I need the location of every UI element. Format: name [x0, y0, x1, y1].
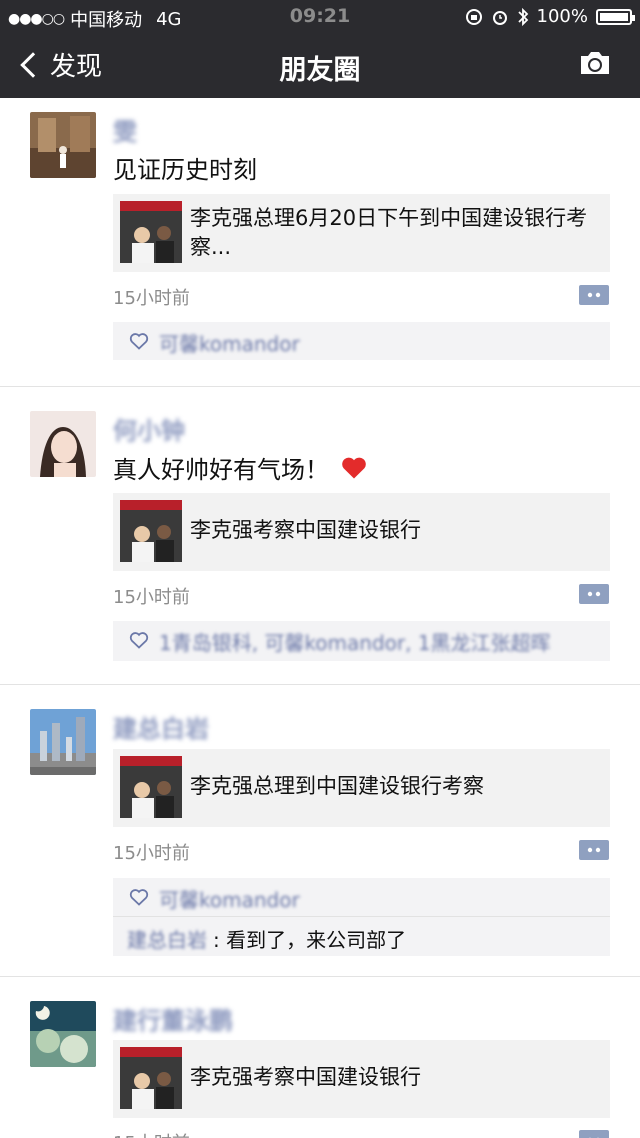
page-title: 朋友圈	[279, 55, 361, 86]
moment-post: 雯 见证历史时刻 李克强总理6月20日下午到中国建设银行考察... 15小时前 …	[0, 98, 640, 387]
likes-panel: 1青岛银科, 可馨komandor, 1黑龙江张超晖	[113, 621, 610, 661]
commenter-name[interactable]: 建总白岩	[127, 924, 207, 953]
post-time: 15小时前	[113, 288, 190, 309]
top-bar: ●●●○○ 中国移动 4G 09:21 100% 发现 朋友圈	[0, 0, 640, 98]
liker-names[interactable]: 可馨komandor	[159, 884, 300, 913]
comment-options-icon[interactable]	[579, 583, 609, 605]
avatar[interactable]	[30, 112, 96, 178]
likes-row: 可馨komandor	[113, 322, 610, 360]
navigation-bar: 发现 朋友圈	[0, 32, 640, 98]
comment-row[interactable]: 建总白岩 : 看到了，来公司部了	[113, 916, 610, 956]
post-text-content: 真人好帅好有气场！	[113, 456, 329, 484]
post-time: 15小时前	[113, 587, 190, 608]
status-bar: ●●●○○ 中国移动 4G 09:21 100%	[0, 0, 640, 32]
post-text-content: 见证历史时刻	[113, 156, 257, 184]
post-time: 15小时前	[113, 843, 190, 864]
user-name[interactable]: 建行董泳鹏	[113, 1001, 233, 1036]
avatar[interactable]	[30, 709, 96, 775]
link-title: 李克强考察中国建设银行	[190, 1065, 421, 1089]
rotation-lock-icon	[465, 8, 482, 25]
comment-options-icon[interactable]	[579, 1129, 609, 1138]
moment-post: 何小钟 真人好帅好有气场！ 李克强考察中国建设银行 15小时前 1青岛银科, 可…	[0, 387, 640, 685]
heart-outline-icon	[129, 632, 149, 649]
shared-link-card[interactable]: 李克强考察中国建设银行	[113, 493, 610, 571]
likes-row: 1青岛银科, 可馨komandor, 1黑龙江张超晖	[113, 621, 610, 661]
user-name[interactable]: 何小钟	[113, 411, 185, 446]
link-thumbnail	[120, 756, 182, 818]
shared-link-card[interactable]: 李克强总理6月20日下午到中国建设银行考察...	[113, 194, 610, 272]
link-title: 李克强总理到中国建设银行考察	[190, 774, 484, 798]
post-text: 见证历史时刻	[113, 150, 257, 185]
heart-outline-icon	[129, 333, 149, 350]
battery-percent: 100%	[536, 6, 588, 27]
post-text: 真人好帅好有气场！	[113, 450, 367, 485]
link-thumbnail	[120, 500, 182, 562]
post-time: 15小时前	[113, 1129, 190, 1138]
likes-row: 可馨komandor	[113, 878, 610, 916]
link-thumbnail	[120, 1047, 182, 1109]
liker-names[interactable]: 可馨komandor	[159, 328, 300, 357]
moment-post: 建行董泳鹏 李克强考察中国建设银行 15小时前	[0, 977, 640, 1138]
comment-options-icon[interactable]	[579, 284, 609, 306]
likes-panel: 可馨komandor 建总白岩 : 看到了，来公司部了	[113, 878, 610, 956]
bluetooth-icon	[517, 7, 528, 26]
heart-outline-icon	[129, 889, 149, 906]
shared-link-card[interactable]: 李克强总理到中国建设银行考察	[113, 749, 610, 827]
alarm-icon	[492, 10, 507, 25]
avatar[interactable]	[30, 411, 96, 477]
likes-panel: 可馨komandor	[113, 322, 610, 360]
user-name[interactable]: 建总白岩	[113, 709, 209, 744]
link-title: 李克强总理6月20日下午到中国建设银行考察...	[190, 206, 588, 259]
link-title: 李克强考察中国建设银行	[190, 518, 421, 542]
comment-options-icon[interactable]	[579, 839, 609, 861]
battery-icon	[596, 8, 635, 25]
user-name[interactable]: 雯	[113, 112, 137, 147]
heart-emoji-icon	[342, 457, 366, 478]
moment-post: 建总白岩 李克强总理到中国建设银行考察 15小时前 可馨komandor 建总白…	[0, 685, 640, 977]
liker-names[interactable]: 1青岛银科, 可馨komandor, 1黑龙江张超晖	[159, 627, 551, 656]
camera-icon[interactable]	[578, 50, 612, 76]
comment-text: : 看到了，来公司部了	[213, 928, 407, 952]
shared-link-card[interactable]: 李克强考察中国建设银行	[113, 1040, 610, 1118]
link-thumbnail	[120, 201, 182, 263]
avatar[interactable]	[30, 1001, 96, 1067]
